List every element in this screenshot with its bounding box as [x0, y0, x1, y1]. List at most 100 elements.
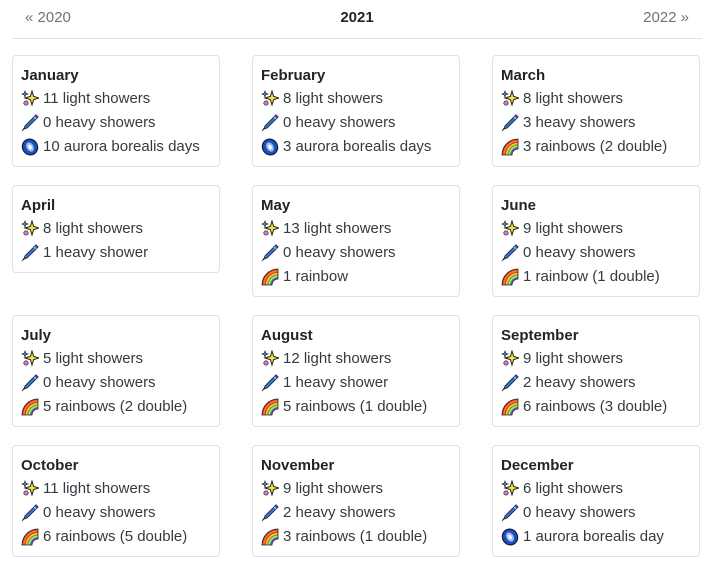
month-title: May	[261, 197, 291, 214]
stat-item: 1 aurora borealis day	[501, 525, 691, 549]
stat-text: 3 rainbows (1 double)	[283, 528, 428, 545]
aurora-icon	[501, 528, 519, 546]
month-title: March	[501, 67, 546, 84]
year-navigation: « 2020 2021 2022 »	[12, 0, 702, 39]
stat-text: 8 light showers	[523, 90, 624, 107]
stat-item: 1 rainbow (1 double)	[501, 265, 691, 289]
stat-item: 3 rainbows (2 double)	[501, 135, 691, 159]
comet-icon	[501, 114, 519, 132]
sparkles-icon	[21, 90, 39, 108]
month-card-february: February 8 light showers 0 heavy showers 3 …	[252, 55, 460, 167]
comet-icon	[261, 244, 279, 262]
stat-item: 3 aurora borealis days	[261, 135, 451, 159]
rainbow-icon	[261, 398, 279, 416]
comet-icon	[501, 374, 519, 392]
stat-text: 5 light showers	[43, 350, 144, 367]
month-card-april: April 8 light showers 1 heavy shower	[12, 185, 220, 273]
comet-icon	[21, 504, 39, 522]
stat-item: 9 light showers	[261, 477, 451, 501]
stat-text: 9 light showers	[283, 480, 384, 497]
stat-text: 3 rainbows (2 double)	[523, 138, 668, 155]
sparkles-icon	[21, 350, 39, 368]
stat-item: 0 heavy showers	[21, 371, 211, 395]
stat-item: 0 heavy showers	[501, 241, 691, 265]
stat-text: 6 rainbows (5 double)	[43, 528, 188, 545]
sparkles-icon	[261, 220, 279, 238]
month-card-june: June 9 light showers 0 heavy showers 1 rain…	[492, 185, 700, 297]
sparkles-icon	[261, 480, 279, 498]
stat-item: 6 light showers	[501, 477, 691, 501]
stat-item: 1 heavy shower	[261, 371, 451, 395]
stat-item: 0 heavy showers	[261, 241, 451, 265]
stat-item: 11 light showers	[21, 477, 211, 501]
sparkles-icon	[501, 90, 519, 108]
month-title: July	[21, 327, 52, 344]
month-title: June	[501, 197, 537, 214]
stat-text: 0 heavy showers	[43, 504, 156, 521]
comet-icon	[21, 114, 39, 132]
stat-text: 9 light showers	[523, 350, 624, 367]
stat-item: 6 rainbows (3 double)	[501, 395, 691, 419]
month-title: August	[261, 327, 313, 344]
stat-item: 0 heavy showers	[21, 501, 211, 525]
stat-item: 1 rainbow	[261, 265, 451, 289]
rainbow-icon	[21, 398, 39, 416]
stat-item: 0 heavy showers	[501, 501, 691, 525]
stat-text: 0 heavy showers	[523, 244, 636, 261]
sparkles-icon	[261, 350, 279, 368]
sparkles-icon	[501, 350, 519, 368]
stat-text: 1 heavy shower	[43, 244, 149, 261]
month-card-may: May 13 light showers 0 heavy showers 1 rain…	[252, 185, 460, 297]
stat-item: 12 light showers	[261, 347, 451, 371]
stat-item: 8 light showers	[501, 87, 691, 111]
stat-text: 1 aurora borealis day	[523, 528, 664, 545]
month-card-august: August 12 light showers 1 heavy shower 5 ra…	[252, 315, 460, 427]
stat-item: 10 aurora borealis days	[21, 135, 211, 159]
rainbow-icon	[501, 138, 519, 156]
stat-text: 0 heavy showers	[523, 504, 636, 521]
stat-text: 6 rainbows (3 double)	[523, 398, 668, 415]
month-card-january: January 11 light showers 0 heavy showers 10…	[12, 55, 220, 167]
month-card-november: November 9 light showers 2 heavy showers 3 …	[252, 445, 460, 557]
month-title: January	[21, 67, 79, 84]
comet-icon	[501, 504, 519, 522]
month-title: February	[261, 67, 326, 84]
sparkles-icon	[501, 220, 519, 238]
current-year: 2021	[340, 9, 374, 26]
stat-text: 0 heavy showers	[43, 114, 156, 131]
month-title: April	[21, 197, 56, 214]
stat-text: 1 heavy shower	[283, 374, 389, 391]
stat-text: 0 heavy showers	[43, 374, 156, 391]
month-card-july: July 5 light showers 0 heavy showers 5 rain…	[12, 315, 220, 427]
stat-item: 5 rainbows (2 double)	[21, 395, 211, 419]
rainbow-icon	[21, 528, 39, 546]
stat-item: 1 heavy shower	[21, 241, 211, 265]
aurora-icon	[21, 138, 39, 156]
month-card-december: December 6 light showers 0 heavy showers 1 …	[492, 445, 700, 557]
stat-item: 11 light showers	[21, 87, 211, 111]
sparkles-icon	[21, 480, 39, 498]
stat-text: 2 heavy showers	[283, 504, 396, 521]
rainbow-icon	[501, 398, 519, 416]
stat-text: 5 rainbows (2 double)	[43, 398, 188, 415]
stat-text: 1 rainbow	[283, 268, 349, 285]
stat-item: 13 light showers	[261, 217, 451, 241]
stat-text: 5 rainbows (1 double)	[283, 398, 428, 415]
stat-text: 1 rainbow (1 double)	[523, 268, 660, 285]
stat-text: 9 light showers	[523, 220, 624, 237]
stat-item: 3 rainbows (1 double)	[261, 525, 451, 549]
next-year-link[interactable]: 2022 »	[643, 9, 689, 26]
stat-text: 0 heavy showers	[283, 114, 396, 131]
comet-icon	[501, 244, 519, 262]
month-title: December	[501, 457, 574, 474]
comet-icon	[21, 244, 39, 262]
stat-text: 6 light showers	[523, 480, 624, 497]
stat-text: 11 light showers	[43, 90, 151, 107]
rainbow-icon	[501, 268, 519, 286]
rainbow-icon	[261, 528, 279, 546]
sparkles-icon	[21, 220, 39, 238]
month-title: October	[21, 457, 79, 474]
rainbow-icon	[261, 268, 279, 286]
comet-icon	[261, 374, 279, 392]
stat-item: 3 heavy showers	[501, 111, 691, 135]
